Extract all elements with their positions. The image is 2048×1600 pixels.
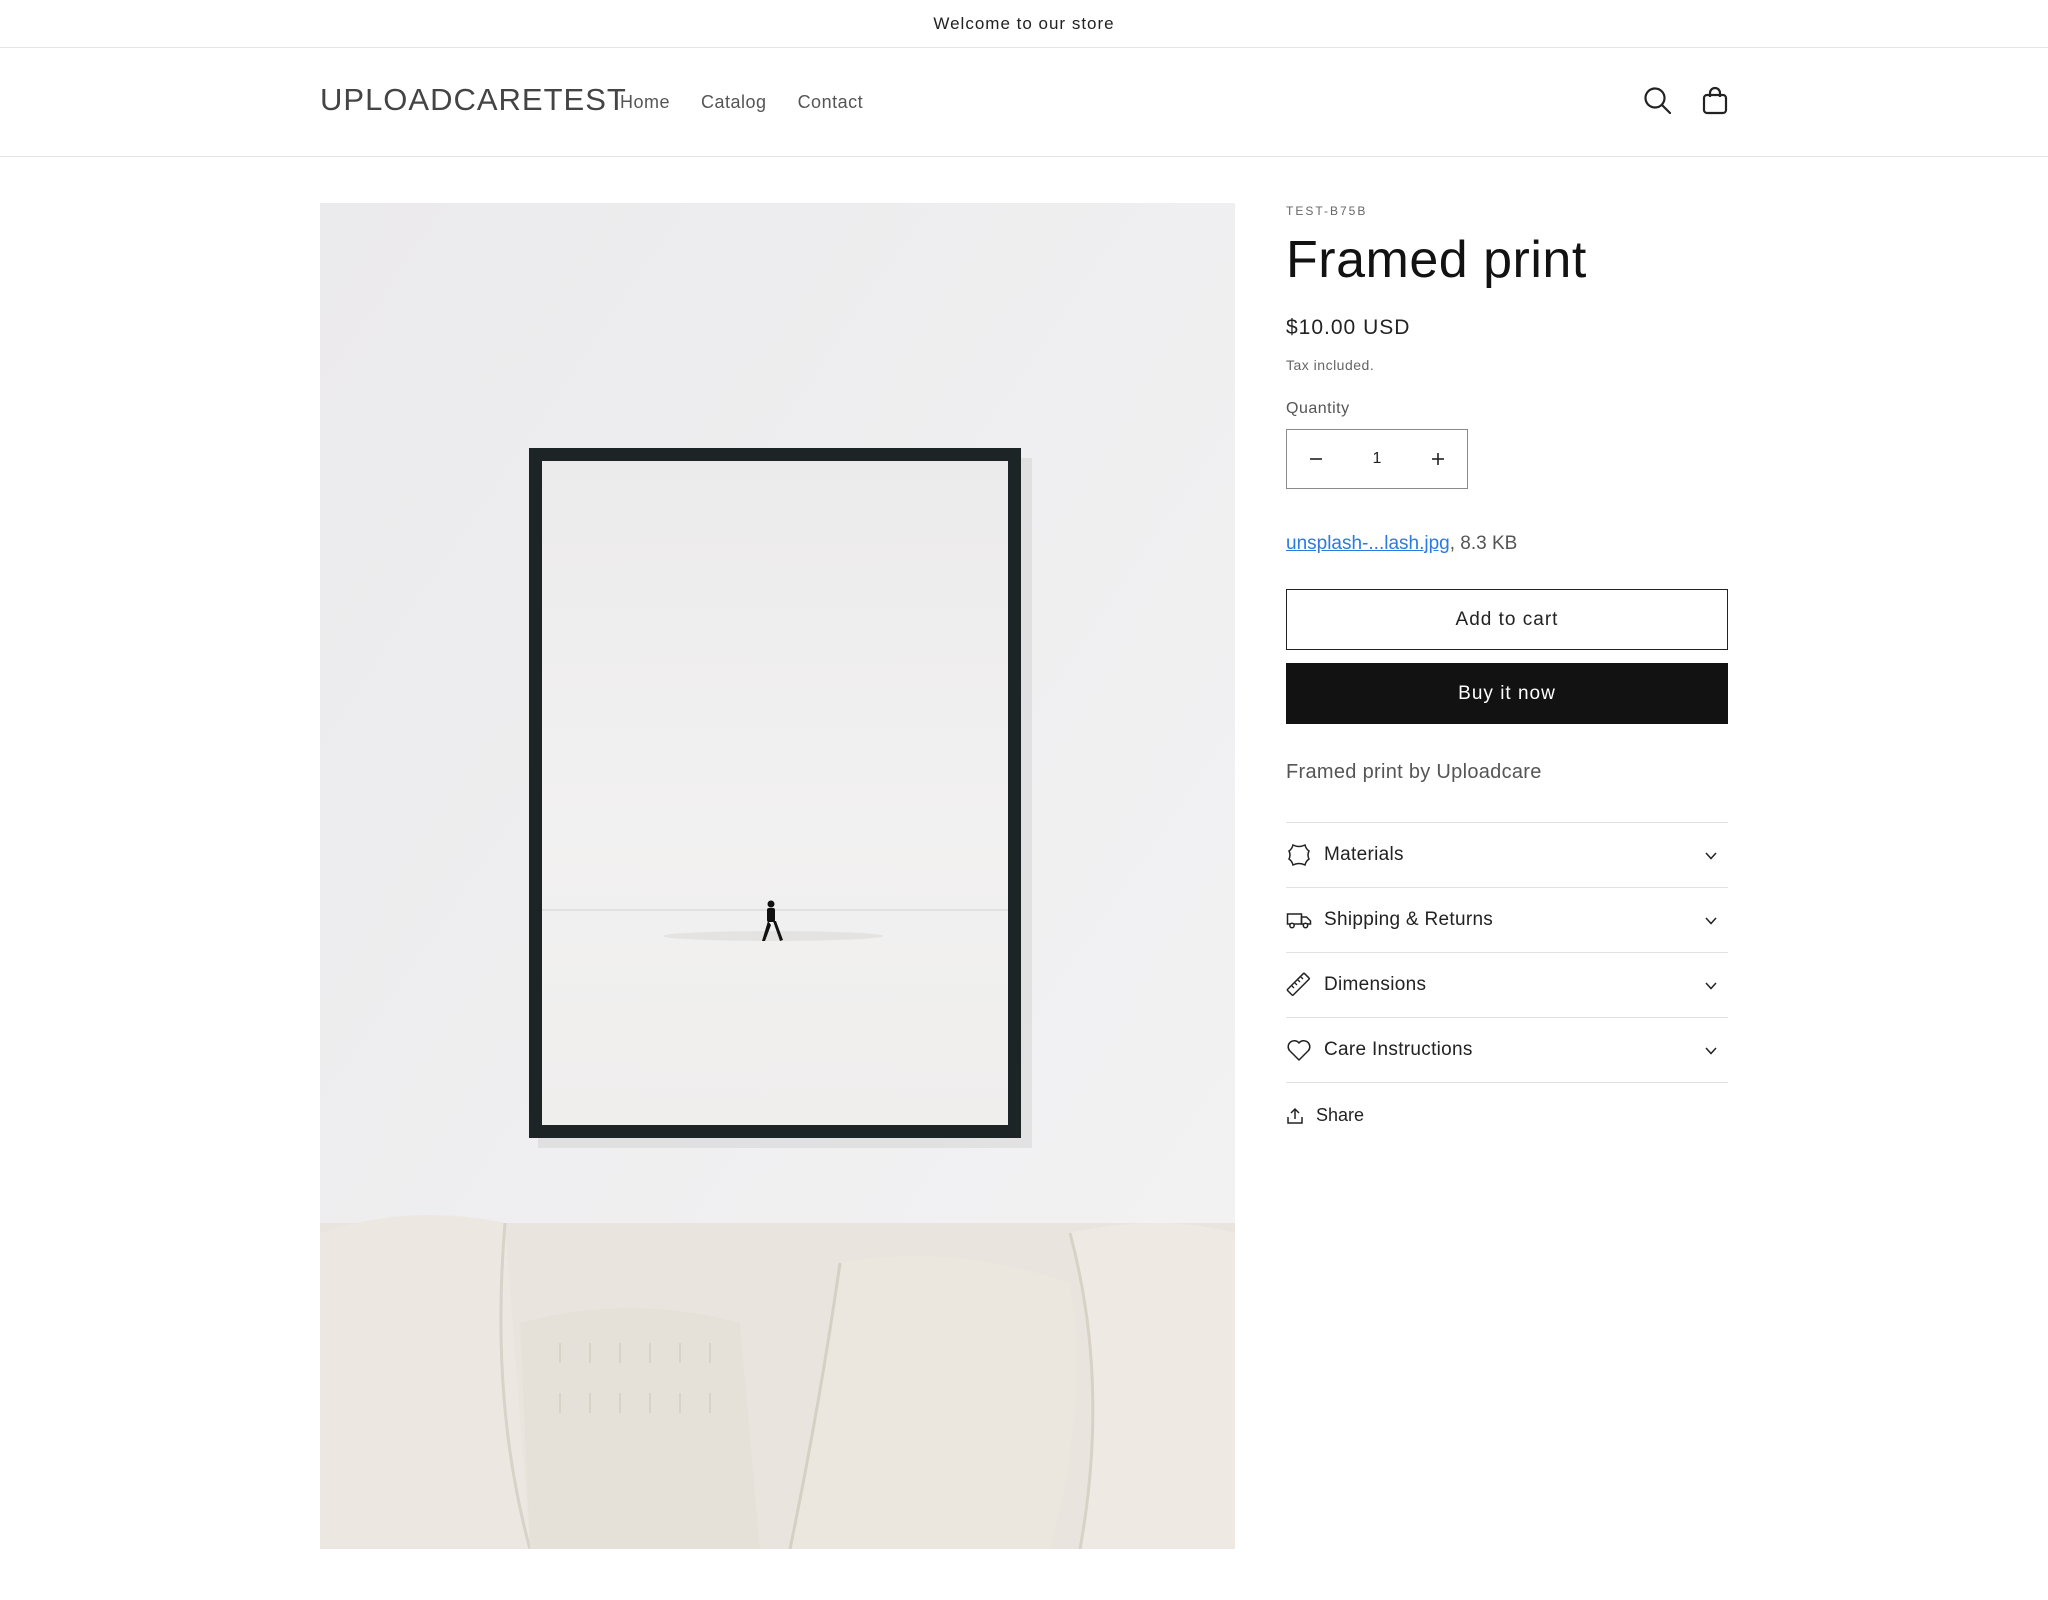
accordion-materials[interactable]: Materials bbox=[1286, 823, 1728, 888]
accordion-dimensions[interactable]: Dimensions bbox=[1286, 953, 1728, 1018]
product-image[interactable] bbox=[320, 203, 1235, 1549]
add-to-cart-button[interactable]: Add to cart bbox=[1286, 589, 1728, 650]
product-title: Framed print bbox=[1286, 231, 1587, 289]
chevron-down-icon bbox=[1705, 982, 1717, 990]
accordion-shipping-label: Shipping & Returns bbox=[1324, 909, 1494, 930]
product-price: $10.00 USD bbox=[1286, 316, 1411, 339]
share-icon bbox=[1287, 1107, 1303, 1124]
decrease-quantity-button[interactable] bbox=[1301, 444, 1331, 474]
announcement-text: Welcome to our store bbox=[933, 13, 1115, 33]
product-description: Framed print by Uploadcare bbox=[1286, 761, 1542, 783]
uploaded-file-size: , 8.3 KB bbox=[1449, 533, 1518, 554]
ruler-icon bbox=[1286, 972, 1312, 998]
chevron-down-icon bbox=[1705, 852, 1717, 860]
buy-it-now-button[interactable]: Buy it now bbox=[1286, 663, 1728, 724]
chevron-down-icon bbox=[1705, 917, 1717, 925]
increase-quantity-button[interactable] bbox=[1423, 444, 1453, 474]
nav-catalog[interactable]: Catalog bbox=[701, 92, 767, 113]
accordion-care[interactable]: Care Instructions bbox=[1286, 1018, 1728, 1083]
product-info: TEST-B75B Framed print $10.00 USD Tax in… bbox=[1286, 200, 1728, 1126]
chevron-down-icon bbox=[1705, 1047, 1717, 1055]
uploaded-file-link[interactable]: unsplash-...lash.jpg bbox=[1286, 533, 1450, 554]
product-accordion: Materials Shipping & Returns Dimensions … bbox=[1286, 822, 1728, 1083]
accordion-shipping[interactable]: Shipping & Returns bbox=[1286, 888, 1728, 953]
announcement-bar: Welcome to our store bbox=[0, 0, 2048, 48]
plus-icon bbox=[1432, 453, 1444, 465]
store-logo[interactable]: UPLOADCARETEST bbox=[320, 82, 627, 118]
main-nav: Home Catalog Contact bbox=[620, 92, 863, 113]
cart-icon[interactable] bbox=[1698, 84, 1732, 118]
tax-note: Tax included. bbox=[1286, 357, 1375, 373]
framed-print-photo bbox=[320, 203, 1235, 1549]
accordion-care-label: Care Instructions bbox=[1324, 1039, 1473, 1060]
truck-icon bbox=[1286, 907, 1312, 933]
product-vendor: TEST-B75B bbox=[1286, 204, 1368, 218]
share-button[interactable]: Share bbox=[1286, 1105, 1376, 1126]
nav-home[interactable]: Home bbox=[620, 92, 670, 113]
site-header: UPLOADCARETEST Home Catalog Contact bbox=[0, 48, 2048, 157]
quantity-stepper bbox=[1286, 429, 1468, 489]
leather-icon bbox=[1286, 842, 1312, 868]
search-icon[interactable] bbox=[1641, 84, 1675, 118]
uploaded-file-info: unsplash-...lash.jpg, 8.3 KB bbox=[1286, 533, 1728, 555]
nav-contact[interactable]: Contact bbox=[798, 92, 864, 113]
accordion-materials-label: Materials bbox=[1324, 844, 1404, 865]
accordion-dimensions-label: Dimensions bbox=[1324, 974, 1427, 995]
quantity-input[interactable] bbox=[1347, 450, 1407, 468]
heart-icon bbox=[1286, 1037, 1312, 1063]
minus-icon bbox=[1310, 458, 1322, 460]
quantity-label: Quantity bbox=[1286, 400, 1350, 417]
share-label: Share bbox=[1316, 1105, 1365, 1125]
